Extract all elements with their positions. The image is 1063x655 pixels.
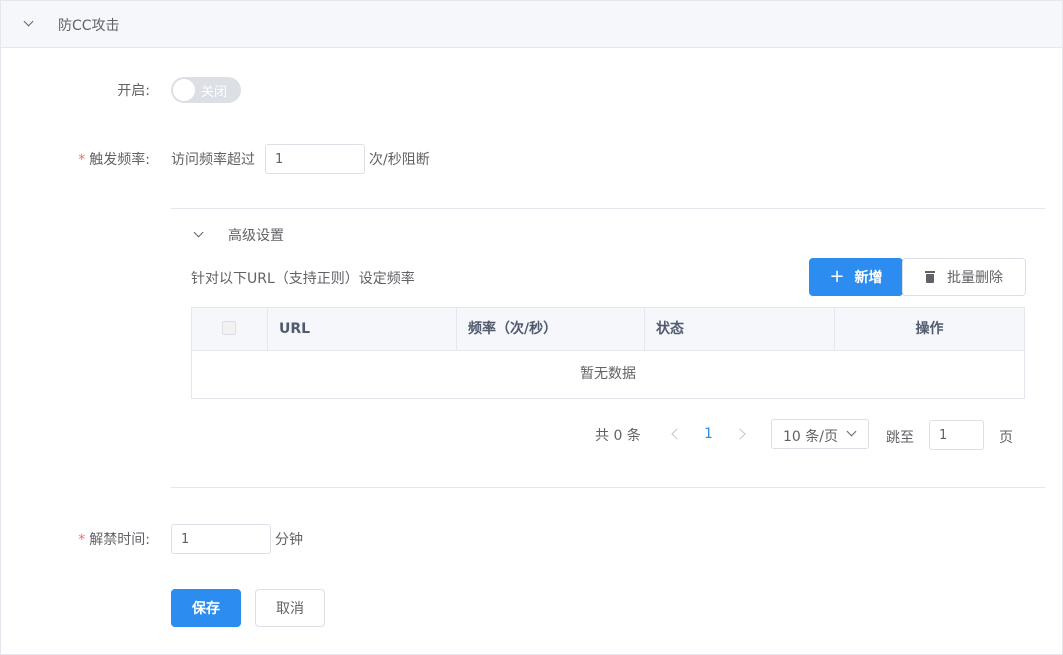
trash-icon: [925, 271, 935, 283]
divider-bottom: [171, 487, 1045, 488]
frequency-label: * 触发频率:: [78, 152, 150, 168]
advanced-description: 针对以下URL（支持正则）设定频率: [191, 271, 415, 287]
unban-label: * 解禁时间:: [78, 532, 150, 548]
jump-page-input[interactable]: [929, 420, 984, 450]
chevron-down-icon: [846, 426, 857, 437]
unban-time-input[interactable]: [171, 524, 271, 554]
table-empty-text: 暂无数据: [580, 366, 636, 382]
pagination-current-page[interactable]: 1: [704, 426, 713, 442]
select-all-checkbox[interactable]: [222, 321, 236, 335]
unban-suffix: 分钟: [275, 532, 303, 548]
switch-text: 关闭: [201, 85, 228, 100]
frequency-input[interactable]: [265, 144, 365, 174]
column-header-frequency: 频率（次/秒）: [457, 308, 645, 350]
column-header-status: 状态: [645, 308, 835, 350]
jump-label: 跳至: [886, 430, 914, 446]
page-size-value: 10 条/页: [783, 429, 838, 445]
divider-top: [171, 208, 1045, 209]
required-asterisk: *: [78, 152, 86, 168]
page-size-select[interactable]: 10 条/页: [771, 419, 869, 449]
plus-icon: +: [829, 266, 845, 287]
frequency-suffix: 次/秒阻断: [369, 152, 430, 168]
save-button[interactable]: 保存: [171, 589, 241, 627]
switch-knob: [173, 79, 195, 101]
panel-header[interactable]: 防CC攻击: [1, 1, 1062, 48]
batch-delete-button[interactable]: 批量删除: [902, 258, 1026, 296]
required-asterisk: *: [78, 532, 86, 548]
table-header: URL 频率（次/秒） 状态 操作: [192, 308, 1024, 351]
chevron-down-icon[interactable]: [23, 16, 34, 27]
column-header-url: URL: [268, 308, 457, 350]
select-all-cell: [192, 308, 268, 350]
page-suffix: 页: [999, 430, 1013, 446]
advanced-settings-title[interactable]: 高级设置: [228, 225, 284, 245]
enable-label: 开启:: [117, 83, 150, 99]
add-button[interactable]: + 新增: [809, 258, 903, 296]
cancel-button[interactable]: 取消: [255, 589, 325, 627]
panel-title: 防CC攻击: [58, 18, 120, 34]
pagination-total: 共 0 条: [595, 428, 641, 444]
url-table: URL 频率（次/秒） 状态 操作 暂无数据: [191, 307, 1025, 399]
enable-switch[interactable]: 关闭: [171, 77, 241, 103]
frequency-prefix: 访问频率超过: [171, 152, 255, 168]
column-header-actions: 操作: [915, 321, 944, 337]
